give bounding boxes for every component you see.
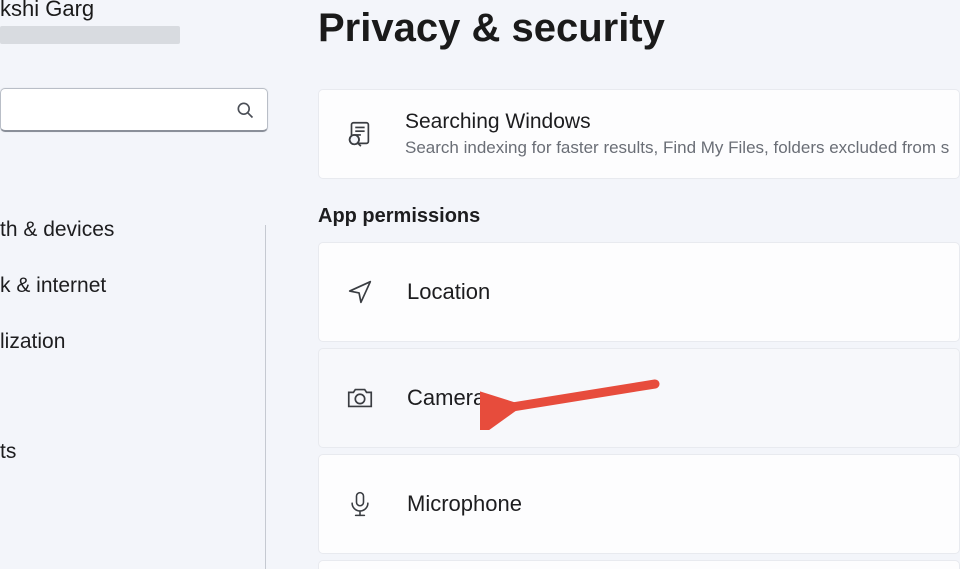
searching-windows-title: Searching Windows [405,110,949,134]
user-block: kshi Garg [0,0,278,44]
permission-camera[interactable]: Camera [318,348,960,448]
permission-location[interactable]: Location [318,242,960,342]
sidebar-item-bluetooth-devices[interactable]: th & devices [0,202,264,258]
sidebar-item-accounts[interactable]: ts [0,424,264,480]
sidebar-item-network-internet[interactable]: k & internet [0,258,264,314]
sidebar: kshi Garg th & devices k & internet liza… [0,0,278,569]
sidebar-nav: th & devices k & internet lization ts [0,202,278,480]
location-icon [343,275,377,309]
section-app-permissions: App permissions [318,205,960,228]
user-email-redacted [0,26,180,44]
microphone-icon [343,487,377,521]
page-title: Privacy & security [318,6,960,51]
permission-next-partial[interactable] [318,560,960,569]
permission-camera-label: Camera [407,385,485,411]
search-icon [235,100,255,120]
search-doc-icon [343,118,375,150]
permission-microphone-label: Microphone [407,491,522,517]
user-name: kshi Garg [0,0,278,22]
permission-location-label: Location [407,279,490,305]
main-content: Privacy & security Searching Windows [278,0,960,569]
sidebar-divider [265,225,266,569]
search-input[interactable] [0,88,268,132]
searching-windows-card[interactable]: Searching Windows Search indexing for fa… [318,89,960,179]
sidebar-item-personalization[interactable]: lization [0,314,264,370]
searching-windows-desc: Search indexing for faster results, Find… [405,138,949,158]
camera-icon [343,381,377,415]
permission-microphone[interactable]: Microphone [318,454,960,554]
